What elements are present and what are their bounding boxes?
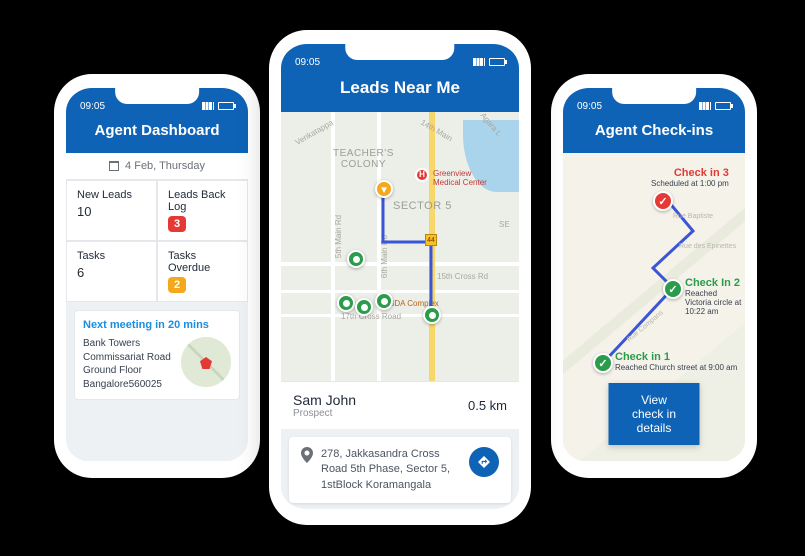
lead-pin-icon[interactable] bbox=[337, 294, 355, 312]
map-road-label: 14th Main bbox=[419, 118, 454, 143]
status-time: 09:05 bbox=[577, 101, 602, 112]
lead-pin-icon[interactable] bbox=[355, 298, 373, 316]
meeting-title: Next meeting in 20 mins bbox=[83, 319, 231, 331]
phone-notch bbox=[115, 86, 199, 104]
meeting-address: Bank Towers Commissariat Road Ground Flo… bbox=[83, 337, 171, 391]
checkin-pin-icon: ✓ bbox=[593, 353, 613, 373]
location-pin-icon bbox=[301, 447, 313, 466]
map-road-label: 6th Main Rd bbox=[380, 235, 389, 278]
signal-icon bbox=[699, 102, 711, 110]
map-road-label: 5th Main Rd bbox=[334, 215, 343, 258]
address-text: 278, Jakkasandra Cross Road 5th Phase, S… bbox=[321, 447, 461, 493]
date-row[interactable]: 4 Feb, Thursday bbox=[66, 153, 248, 180]
stat-tasks[interactable]: Tasks 6 bbox=[66, 241, 157, 302]
map-road-label: 15th Cross Rd bbox=[437, 272, 488, 281]
directions-icon bbox=[477, 455, 491, 469]
navigate-button[interactable] bbox=[469, 447, 499, 477]
calendar-icon bbox=[109, 161, 119, 171]
map-road-label: 17th Cross Road bbox=[341, 312, 401, 321]
checkin-pin-icon: ✓ bbox=[663, 279, 683, 299]
map-road-label: Rue Baptiste bbox=[673, 213, 713, 220]
map-poi-label: Greenview Medical Center bbox=[433, 170, 487, 188]
meeting-card[interactable]: Next meeting in 20 mins Bank Towers Comm… bbox=[74, 310, 240, 400]
phone-notch bbox=[612, 86, 696, 104]
page-title: Agent Dashboard bbox=[66, 114, 248, 153]
stat-new-leads[interactable]: New Leads 10 bbox=[66, 180, 157, 241]
map-area-label: SECTOR 5 bbox=[393, 200, 452, 212]
hospital-pin-icon: H bbox=[415, 168, 429, 182]
stat-backlog[interactable]: Leads Back Log 3 bbox=[157, 180, 248, 241]
map-pin-icon bbox=[200, 357, 212, 369]
map-area[interactable]: TEACHER'S COLONY SECTOR 5 Greenview Medi… bbox=[281, 112, 519, 381]
current-location-pin-icon[interactable] bbox=[375, 180, 393, 198]
lead-type: Prospect bbox=[293, 408, 356, 419]
view-details-button[interactable]: View check in details bbox=[609, 383, 700, 445]
stats-grid: New Leads 10 Leads Back Log 3 Tasks 6 Ta… bbox=[66, 180, 248, 302]
phone-leads-near-me: 09:05 Leads Near Me TEACHER'S COLONY SEC… bbox=[269, 30, 531, 525]
page-title: Leads Near Me bbox=[281, 70, 519, 112]
checkin-map[interactable]: Rue Baptiste Rue des Epinettes Rue Compa… bbox=[563, 153, 745, 461]
signal-icon bbox=[473, 58, 485, 66]
lead-pin-icon[interactable] bbox=[347, 250, 365, 268]
battery-icon bbox=[489, 58, 505, 66]
backlog-badge: 3 bbox=[168, 216, 186, 232]
map-road-label: Venkatappa bbox=[294, 118, 335, 147]
phone-agent-checkins: 09:05 Agent Check-ins Rue Baptiste Rue d… bbox=[551, 74, 757, 478]
checkin-item-2[interactable]: Check In 2 Reached Victoria circle at 10… bbox=[685, 277, 745, 316]
date-label: 4 Feb, Thursday bbox=[125, 160, 205, 172]
checkin-item-3[interactable]: Check in 3 Scheduled at 1:00 pm bbox=[651, 167, 729, 188]
route-marker-icon: 44 bbox=[425, 234, 437, 246]
phone-notch bbox=[345, 42, 454, 60]
map-area-label: TEACHER'S COLONY bbox=[333, 148, 394, 170]
checkin-pin-icon: ✓ bbox=[653, 191, 673, 211]
battery-icon bbox=[715, 102, 731, 110]
status-time: 09:05 bbox=[80, 101, 105, 112]
lead-card[interactable]: Sam John Prospect 0.5 km bbox=[281, 381, 519, 429]
lead-distance: 0.5 km bbox=[468, 398, 507, 413]
map-road-label: SE bbox=[499, 220, 510, 229]
map-road-label: Rue des Epinettes bbox=[679, 243, 736, 250]
lead-pin-icon[interactable] bbox=[375, 292, 393, 310]
overdue-badge: 2 bbox=[168, 277, 186, 293]
lead-pin-icon[interactable] bbox=[423, 306, 441, 324]
page-title: Agent Check-ins bbox=[563, 114, 745, 153]
map-road bbox=[281, 262, 519, 266]
lead-name: Sam John bbox=[293, 392, 356, 408]
stat-overdue[interactable]: Tasks Overdue 2 bbox=[157, 241, 248, 302]
battery-icon bbox=[218, 102, 234, 110]
address-card: 278, Jakkasandra Cross Road 5th Phase, S… bbox=[289, 437, 511, 503]
map-road bbox=[281, 290, 519, 293]
checkin-item-1[interactable]: Check in 1 Reached Church street at 9:00… bbox=[615, 351, 737, 372]
signal-icon bbox=[202, 102, 214, 110]
phone-agent-dashboard: 09:05 Agent Dashboard 4 Feb, Thursday Ne… bbox=[54, 74, 260, 478]
status-time: 09:05 bbox=[295, 57, 320, 68]
meeting-minimap bbox=[181, 337, 231, 387]
